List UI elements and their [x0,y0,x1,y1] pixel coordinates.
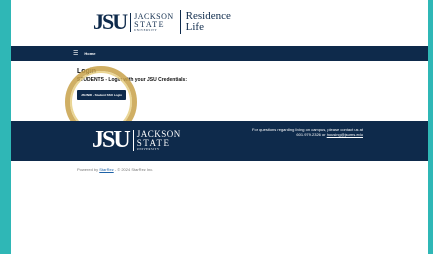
footer-jsu-mark: JSU [92,127,131,153]
footer-word-university: UNIVERSITY [136,146,160,151]
footer-wordmark: JACKSON STATE UNIVERSITY [132,129,181,151]
hamburger-icon[interactable]: ☰ [73,50,78,57]
logo-word-university: UNIVERSITY [134,27,158,32]
powered-suffix: - © 2024 StarRez Inc. [114,167,154,172]
footer-logo: JSU JACKSON STATE UNIVERSITY [92,128,181,152]
page: JSU JACKSON STATE UNIVERSITY Residence L… [11,0,428,254]
jsu-wordmark: JACKSON STATE UNIVERSITY [130,12,174,32]
header: JSU JACKSON STATE UNIVERSITY Residence L… [11,0,428,46]
logo-divider [179,10,181,34]
nav-home-link[interactable]: Home [84,51,95,56]
residence-life-title: Residence Life [186,11,231,33]
main-content: Login STUDENTS - Login with your JSU Cre… [11,61,428,138]
contact-phone: 601.979.2326 or [296,132,326,137]
powered-by: Powered by StarRez - © 2024 StarRez Inc. [11,161,428,172]
footer: JSU JACKSON STATE UNIVERSITY For questio… [11,121,428,161]
jsu-logo[interactable]: JSU JACKSON STATE UNIVERSITY Residence L… [93,10,231,34]
jsu-mark: JSU [93,9,128,34]
footer-contact: For questions regarding living on campus… [252,127,363,137]
powered-prefix: Powered by [77,167,99,172]
life-line: Life [185,21,204,33]
navbar: ☰ Home [11,46,428,61]
page-title: Login [77,68,97,75]
contact-email-link[interactable]: housing@jsums.edu [327,132,363,137]
starrez-link[interactable]: StarRez [99,167,113,172]
